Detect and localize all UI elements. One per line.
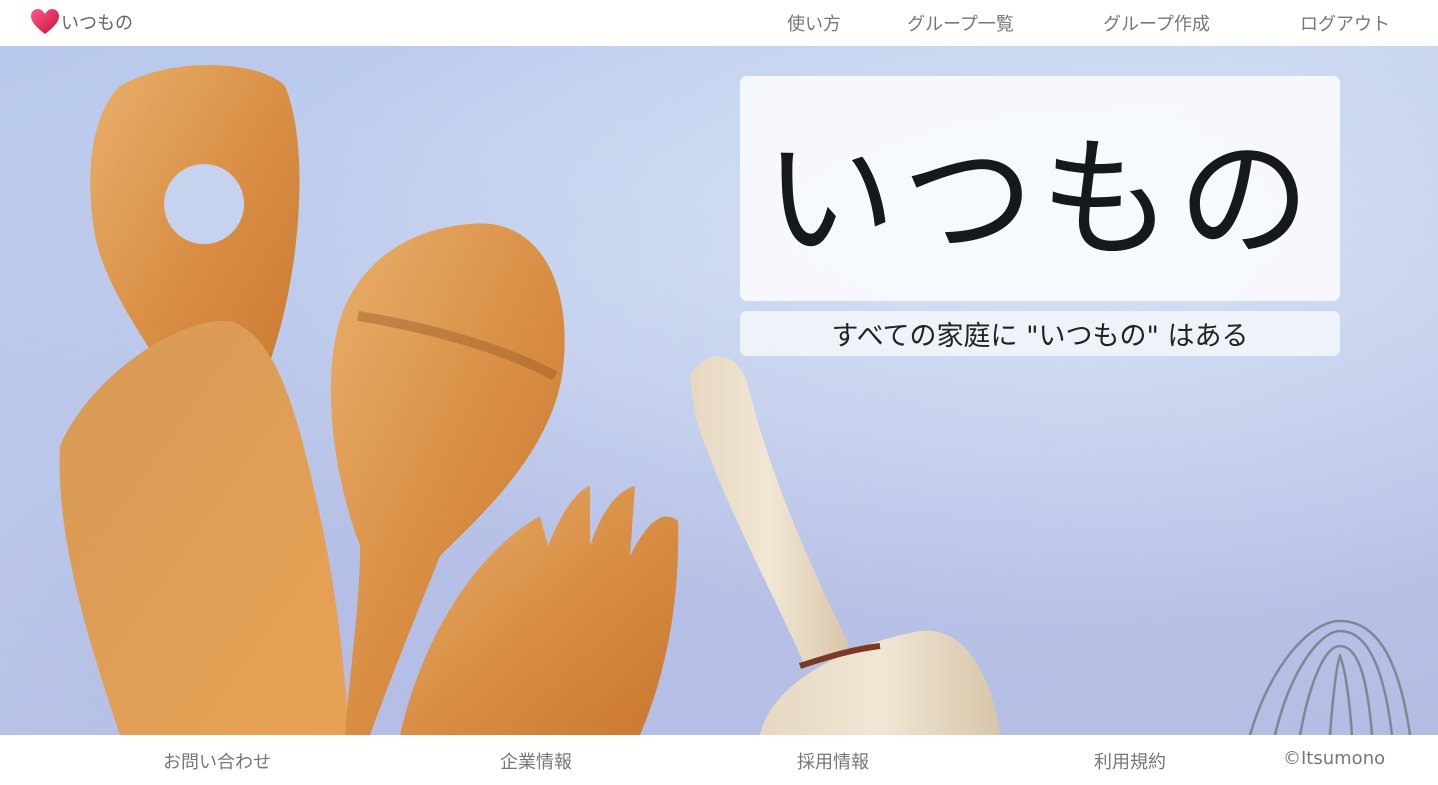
- heart-icon: [31, 9, 59, 34]
- copyright-text: ©Itsumono: [1283, 748, 1386, 769]
- hero-title-box: いつもの: [740, 76, 1340, 301]
- nav-how-to-use[interactable]: 使い方: [787, 10, 841, 36]
- footer-link-careers[interactable]: 採用情報: [797, 748, 869, 774]
- hero-subtitle: すべての家庭に "いつもの" はある: [831, 321, 1249, 352]
- brand-label: いつもの: [61, 13, 133, 34]
- hero-section: いつもの すべての家庭に "いつもの" はある: [0, 46, 1438, 735]
- navbar: いつもの 使い方 グループ一覧 グループ作成 ログアウト: [0, 0, 1438, 46]
- nav-logout[interactable]: ログアウト: [1300, 10, 1390, 36]
- footer: お問い合わせ 企業情報 採用情報 利用規約 ©Itsumono: [0, 735, 1438, 785]
- brand-link[interactable]: いつもの: [30, 8, 133, 36]
- footer-link-company[interactable]: 企業情報: [500, 748, 572, 774]
- hero-subtitle-box: すべての家庭に "いつもの" はある: [740, 311, 1340, 356]
- nav-group-list[interactable]: グループ一覧: [907, 10, 1014, 36]
- hero-title: いつもの: [764, 123, 1316, 277]
- footer-link-terms[interactable]: 利用規約: [1094, 748, 1166, 774]
- footer-link-contact[interactable]: お問い合わせ: [163, 748, 271, 774]
- nav-create-group[interactable]: グループ作成: [1103, 10, 1210, 36]
